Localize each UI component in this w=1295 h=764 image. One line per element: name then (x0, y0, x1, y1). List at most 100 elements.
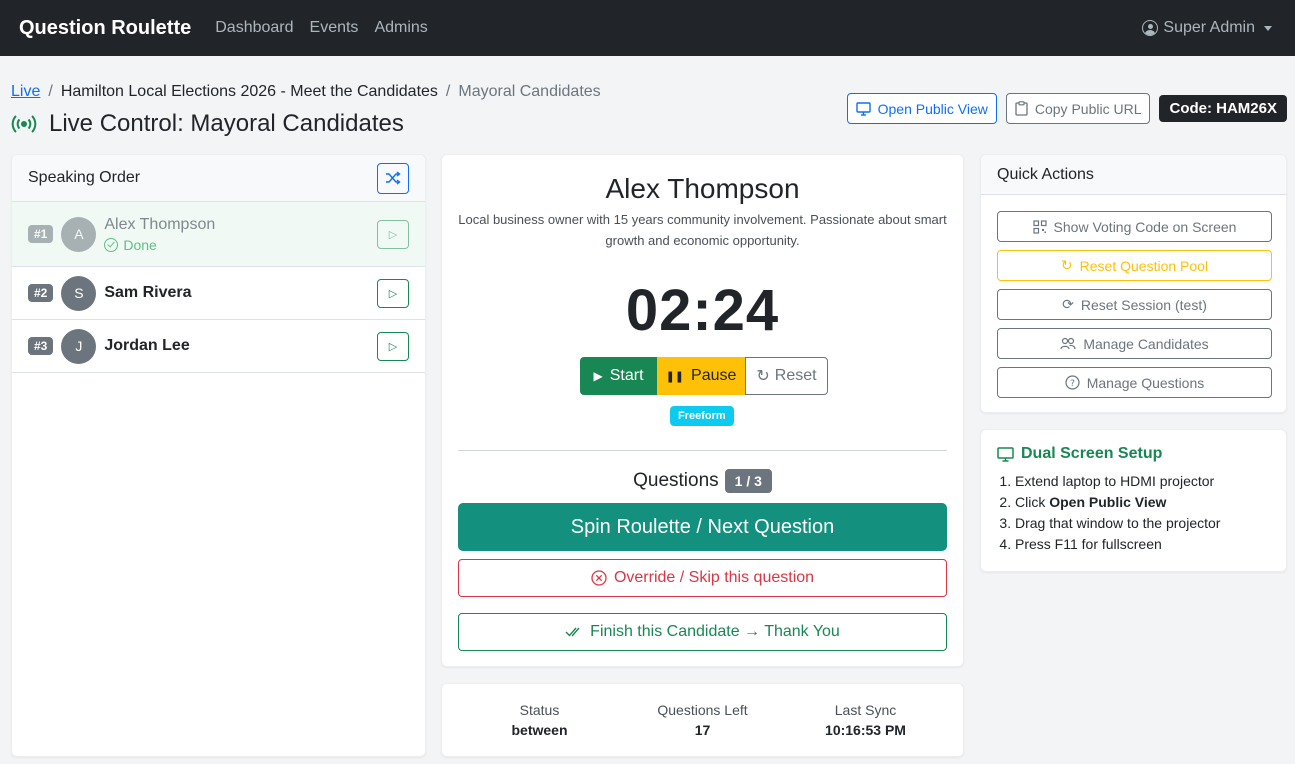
candidate-name: Alex Thompson (605, 173, 800, 204)
reset-question-pool-button[interactable]: ↻ Reset Question Pool (997, 250, 1272, 281)
countdown-timer: 02:24 (625, 278, 780, 343)
avatar: J (61, 328, 97, 364)
speaker-name: Jordan Lee (104, 337, 190, 354)
question-circle-icon: ? (1065, 375, 1080, 390)
breadcrumb-current: Mayoral Candidates (458, 83, 601, 100)
monitor-icon (855, 101, 871, 116)
speaker-number-badge: #2 (28, 284, 54, 302)
questions-left-stat: Questions Left 17 (628, 702, 778, 738)
shuffle-icon (386, 171, 401, 185)
reset-session-label: Reset Session (test) (1080, 296, 1207, 313)
setup-step-bold: Open Public View (1049, 494, 1167, 510)
open-public-view-label: Open Public View (877, 100, 988, 117)
user-menu[interactable]: Super Admin (1142, 19, 1272, 37)
timer-controls: ▶ Start ❚❚ Pause ↻ Reset (580, 357, 828, 395)
questions-label: Questions (633, 470, 719, 491)
manage-questions-label: Manage Questions (1086, 374, 1205, 391)
speaking-order-header: Speaking Order (12, 155, 425, 202)
dual-screen-card: Dual Screen Setup Extend laptop to HDMI … (980, 429, 1287, 572)
user-circle-icon (1142, 20, 1159, 36)
setup-step-text: Click (1015, 494, 1050, 510)
reset-icon: ↻ (756, 368, 770, 385)
page-title: Live Control: Mayoral Candidates (11, 110, 404, 138)
header-actions: Open Public View Copy Public URL Code: H… (846, 93, 1287, 124)
rotate-icon: ↻ (1060, 257, 1073, 273)
nav-admins[interactable]: Admins (374, 19, 427, 37)
play-speaker-button[interactable]: ▷ (377, 278, 409, 308)
finish-candidate-button[interactable]: Finish this Candidate → Thank You (458, 613, 947, 651)
reset-label: Reset (774, 367, 817, 384)
setup-step: Drag that window to the projector (1015, 513, 1270, 534)
status-card: Status between Questions Left 17 Last Sy… (441, 683, 964, 757)
questions-left-label: Questions Left (657, 702, 748, 718)
last-sync-label: Last Sync (834, 702, 897, 718)
skip-question-button[interactable]: Override / Skip this question (458, 559, 947, 597)
nav-events[interactable]: Events (310, 19, 359, 37)
avatar: S (61, 275, 97, 311)
breadcrumb: Live / Hamilton Local Elections 2026 - M… (11, 83, 601, 101)
copy-public-url-button[interactable]: Copy Public URL (1005, 93, 1151, 124)
double-check-icon (565, 627, 580, 637)
candidate-bio: Local business owner with 15 years commu… (458, 212, 947, 248)
event-code-badge: Code: HAM26X (1159, 95, 1287, 122)
speaker-row: #3 J Jordan Lee ▷ (12, 320, 425, 373)
svg-text:?: ? (1070, 379, 1075, 389)
setup-step: Click Open Public View (1015, 492, 1270, 513)
open-public-view-button[interactable]: Open Public View (846, 93, 997, 124)
quick-actions-title: Quick Actions (997, 165, 1094, 183)
setup-steps-list: Extend laptop to HDMI projector Click Op… (997, 471, 1270, 555)
manage-candidates-button[interactable]: Manage Candidates (997, 328, 1272, 359)
speaker-info: Alex Thompson Done (104, 216, 215, 253)
broadcast-icon (11, 115, 37, 133)
refresh-icon: ⟳ (1062, 296, 1074, 312)
avatar: A (61, 216, 97, 252)
monitor-icon (997, 446, 1014, 462)
speaking-order-title: Speaking Order (28, 169, 141, 186)
play-speaker-button[interactable]: ▷ (377, 219, 409, 249)
speaker-name: Alex Thompson (104, 215, 216, 233)
questions-left-value: 17 (694, 722, 711, 738)
pause-icon: ❚❚ (665, 370, 685, 383)
pause-label: Pause (691, 367, 737, 384)
user-name: Super Admin (1163, 19, 1255, 36)
play-speaker-button[interactable]: ▷ (377, 331, 409, 361)
done-status: Done (104, 237, 215, 253)
mode-badge: Freeform (670, 406, 734, 426)
nav-dashboard[interactable]: Dashboard (215, 19, 293, 37)
reset-timer-button[interactable]: ↻ Reset (745, 357, 828, 395)
done-status-label: Done (123, 236, 157, 253)
divider (458, 450, 947, 451)
play-icon: ▷ (388, 287, 398, 300)
dual-screen-title-text: Dual Screen Setup (1021, 445, 1163, 462)
speaking-order-card: Speaking Order #1 A Alex Thompson Done ▷… (11, 154, 426, 757)
live-control-card: Alex Thompson Local business owner with … (441, 154, 964, 667)
shuffle-button[interactable] (377, 162, 409, 194)
speaker-row: #2 S Sam Rivera ▷ (12, 267, 425, 320)
speaker-row: #1 A Alex Thompson Done ▷ (12, 202, 425, 267)
reset-session-button[interactable]: ⟳ Reset Session (test) (997, 289, 1272, 320)
questions-heading: Questions 1 / 3 (442, 469, 963, 493)
setup-step: Extend laptop to HDMI projector (1015, 471, 1270, 492)
start-button[interactable]: ▶ Start (580, 357, 657, 395)
spin-roulette-button[interactable]: Spin Roulette / Next Question (458, 503, 947, 551)
copy-public-url-label: Copy Public URL (1034, 100, 1142, 117)
show-voting-code-button[interactable]: Show Voting Code on Screen (997, 211, 1272, 242)
last-sync-stat: Last Sync 10:16:53 PM (791, 702, 941, 738)
breadcrumb-event[interactable]: Hamilton Local Elections 2026 - Meet the… (61, 83, 438, 101)
finish-candidate-label: Finish this Candidate → Thank You (590, 623, 840, 640)
skip-question-label: Override / Skip this question (613, 569, 815, 586)
manage-questions-button[interactable]: ? Manage Questions (997, 367, 1272, 398)
questions-count-badge: 1 / 3 (724, 469, 772, 493)
dual-screen-title: Dual Screen Setup (997, 445, 1270, 463)
pause-button[interactable]: ❚❚ Pause (657, 357, 745, 395)
show-voting-code-label: Show Voting Code on Screen (1053, 218, 1237, 235)
status-label: Status (519, 702, 560, 718)
x-circle-icon (591, 570, 607, 586)
brand-logo[interactable]: Question Roulette (19, 17, 191, 40)
quick-actions-card: Quick Actions Show Voting Code on Screen… (980, 154, 1287, 413)
breadcrumb-live-link[interactable]: Live (11, 83, 40, 101)
manage-candidates-label: Manage Candidates (1083, 335, 1209, 352)
breadcrumb-separator: / (445, 83, 451, 100)
quick-actions-header: Quick Actions (981, 155, 1286, 195)
caret-down-icon (1264, 25, 1272, 31)
